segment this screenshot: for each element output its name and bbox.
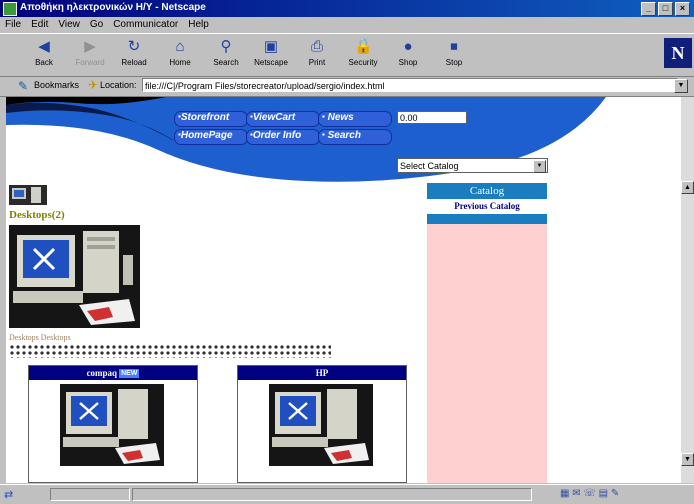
scroll-down-arrow-icon[interactable]: ▼: [681, 453, 694, 466]
catalog-sidebar: Catalog Previous Catalog: [427, 183, 547, 483]
forward-arrow-icon: ▶: [84, 38, 96, 55]
menu-file[interactable]: File: [0, 17, 26, 32]
nav-link-news[interactable]: ▪ News: [322, 112, 354, 123]
category-subtitle: Desktops Desktops: [9, 333, 71, 342]
url-dropdown-chevron-down-icon[interactable]: ▼: [674, 79, 688, 93]
location-icon[interactable]: ✈: [88, 78, 98, 92]
category-thumbnail[interactable]: [9, 185, 47, 205]
app-icon: [3, 2, 17, 16]
home-button[interactable]: ⌂ Home: [160, 37, 200, 73]
product-name[interactable]: HP: [238, 366, 406, 380]
security-lock-icon: 🔒: [354, 38, 373, 55]
forward-button[interactable]: ▶ Forward: [70, 37, 110, 73]
previous-catalog-link[interactable]: Previous Catalog: [427, 199, 547, 213]
shop-button[interactable]: ● Shop: [388, 37, 428, 73]
shop-bag-icon: ●: [403, 38, 413, 55]
nav-link-storefront[interactable]: ▪Storefront: [178, 112, 229, 123]
print-icon: ⎙: [310, 38, 323, 55]
nav-link-homepage[interactable]: ▪HomePage: [178, 130, 233, 141]
catalog-select-value: Select Catalog: [400, 161, 459, 171]
toolbar-button-label: Netscape: [254, 58, 288, 67]
toolbar-button-label: Back: [35, 58, 53, 67]
stop-button[interactable]: ⏹ Stop: [434, 37, 474, 73]
menu-help[interactable]: Help: [183, 17, 214, 32]
maximize-button[interactable]: □: [658, 2, 673, 16]
menu-communicator[interactable]: Communicator: [108, 17, 183, 32]
netscape-icon: ▣: [263, 38, 279, 55]
catalog-select[interactable]: Select Catalog ▼: [397, 158, 548, 173]
desktop-product-image[interactable]: [9, 225, 140, 328]
scroll-up-arrow-icon[interactable]: ▲: [681, 181, 694, 194]
status-text-segment: [132, 488, 532, 501]
navigation-toolbar: ◀ Back ▶ Forward ↻ Reload ⌂ Home ⚲ Search ▣ Netscap…: [0, 33, 694, 77]
dotted-divider: [9, 344, 331, 358]
toolbar-button-label: Stop: [445, 58, 463, 67]
progress-segment: [50, 488, 130, 501]
bookmarks-icon[interactable]: ✎: [18, 79, 28, 93]
component-bar-icons[interactable]: ▦ ✉ ☏ ▤ ✎: [560, 488, 619, 499]
location-label: Location:: [100, 80, 137, 90]
print-button[interactable]: ⎙ Print: [297, 37, 337, 73]
vertical-scrollbar[interactable]: ▲ ▼: [681, 97, 694, 483]
toolbar-button-label: Shop: [398, 58, 418, 67]
stop-icon: ⏹: [450, 38, 458, 55]
toolbar-button-label: Reload: [121, 58, 147, 67]
back-arrow-icon: ◀: [38, 38, 50, 55]
toolbar-button-label: Print: [308, 58, 326, 67]
bookmarks-button[interactable]: Bookmarks: [34, 80, 79, 90]
product-image[interactable]: [269, 384, 373, 466]
product-name[interactable]: compaq NEW: [29, 366, 197, 380]
window-title: Αποθήκη ηλεκτρονικών Η/Υ - Netscape: [20, 2, 206, 13]
toolbar-button-label: Forward: [75, 58, 105, 67]
toolbar-button-label: Search: [213, 58, 239, 67]
location-bar: ✎ Bookmarks ✈ Location: file:///C|/Progr…: [0, 76, 694, 97]
connection-status-icon: ⇄: [4, 489, 14, 501]
window-title-bar: Αποθήκη ηλεκτρονικών Η/Υ - Netscape _ □ …: [0, 0, 694, 17]
catalog-header: Catalog: [427, 183, 547, 199]
page-title: Desktops(2): [9, 209, 65, 221]
menu-view[interactable]: View: [53, 17, 85, 32]
back-button[interactable]: ◀ Back: [24, 37, 64, 73]
reload-icon: ↻: [127, 38, 141, 55]
nav-link-viewcart[interactable]: ▪ViewCart: [250, 112, 295, 123]
new-badge: NEW: [119, 369, 140, 378]
netscape-logo-icon[interactable]: N: [664, 38, 692, 68]
product-card-hp[interactable]: HP: [237, 365, 407, 483]
product-image[interactable]: [60, 384, 164, 466]
search-input[interactable]: 0.00: [397, 111, 467, 124]
url-input[interactable]: file:///C|/Program Files/storecreator/up…: [142, 78, 678, 92]
status-bar: ⇄ ▦ ✉ ☏ ▤ ✎: [0, 484, 694, 504]
window-controls: _ □ ×: [641, 2, 690, 16]
product-card-compaq[interactable]: compaq NEW: [28, 365, 198, 483]
menu-edit[interactable]: Edit: [26, 17, 53, 32]
search-button[interactable]: ⚲ Search: [206, 37, 246, 73]
close-button[interactable]: ×: [675, 2, 690, 16]
reload-button[interactable]: ↻ Reload: [114, 37, 154, 73]
netscape-button[interactable]: ▣ Netscape: [251, 37, 291, 73]
toolbar-button-label: Security: [348, 58, 378, 67]
minimize-button[interactable]: _: [641, 2, 656, 16]
home-icon: ⌂: [175, 38, 185, 55]
toolbar-button-label: Home: [169, 58, 191, 67]
menu-bar: File Edit View Go Communicator Help: [0, 17, 694, 33]
chevron-down-icon[interactable]: ▼: [533, 160, 546, 173]
menu-go[interactable]: Go: [85, 17, 108, 32]
page-content: ▪Storefront ▪ViewCart ▪ News ▪HomePage ▪…: [6, 97, 681, 483]
search-icon: ⚲: [220, 38, 232, 55]
nav-link-order-info[interactable]: ▪Order Info: [250, 130, 301, 141]
security-button[interactable]: 🔒 Security: [343, 37, 383, 73]
nav-link-search[interactable]: ▪ Search: [322, 130, 361, 141]
catalog-footer-bar: [427, 213, 547, 224]
